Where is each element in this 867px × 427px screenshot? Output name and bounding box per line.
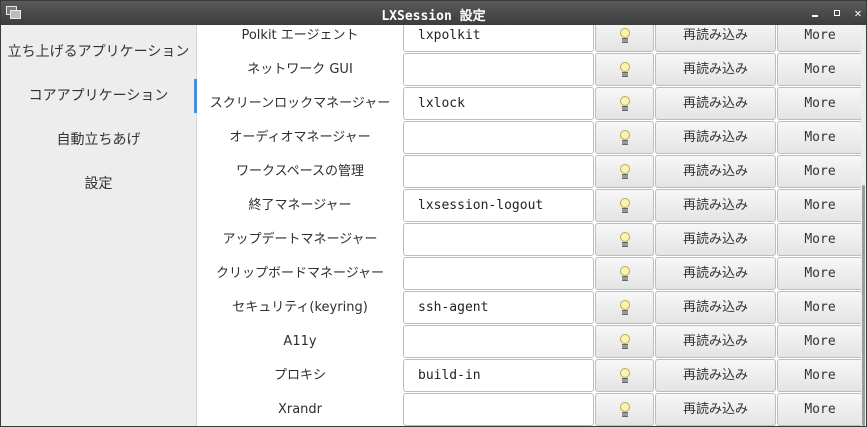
app-command-input[interactable]: [403, 155, 594, 188]
more-button[interactable]: More: [777, 25, 861, 52]
table-row: プロキシ build-in 再読み込み More: [197, 359, 861, 393]
sidebar-item-core-apps[interactable]: コアアプリケーション: [1, 74, 197, 118]
set-default-button[interactable]: [595, 359, 654, 392]
more-button[interactable]: More: [777, 121, 861, 154]
app-label: セキュリティ(keyring): [232, 300, 368, 315]
more-button[interactable]: More: [777, 155, 861, 188]
lxsession-settings-window: LXSession 設定 ✕ 立ち上げるアプリケーション コアアプリケーション …: [0, 0, 867, 427]
lightbulb-icon: [619, 96, 631, 112]
app-command-input[interactable]: [403, 325, 594, 358]
lightbulb-icon: [619, 28, 631, 44]
set-default-button[interactable]: [595, 189, 654, 222]
set-default-button[interactable]: [595, 223, 654, 256]
reload-button[interactable]: 再読み込み: [655, 25, 776, 52]
lightbulb-icon: [619, 232, 631, 248]
lightbulb-icon: [619, 368, 631, 384]
lightbulb-icon: [619, 164, 631, 180]
title-bar[interactable]: LXSession 設定 ✕: [1, 1, 866, 25]
set-default-button[interactable]: [595, 87, 654, 120]
set-default-button[interactable]: [595, 155, 654, 188]
table-row: ネットワーク GUI 再読み込み More: [197, 53, 861, 87]
reload-button[interactable]: 再読み込み: [655, 291, 776, 324]
table-row: アップデートマネージャー 再読み込み More: [197, 223, 861, 257]
set-default-button[interactable]: [595, 25, 654, 52]
more-button[interactable]: More: [777, 325, 861, 358]
app-command-input[interactable]: [403, 257, 594, 290]
app-label: ワークスペースの管理: [235, 164, 365, 179]
app-label: ネットワーク GUI: [247, 62, 353, 77]
core-apps-list: Polkit エージェント lxpolkit 再読み込み More ネットワーク GUI…: [197, 25, 861, 426]
table-row: 終了マネージャー lxsession-logout 再読み込み More: [197, 189, 861, 223]
lightbulb-icon: [619, 402, 631, 418]
app-command-input[interactable]: [403, 121, 594, 154]
more-button[interactable]: More: [777, 189, 861, 222]
app-label: スクリーンロックマネージャー: [209, 96, 391, 111]
reload-button[interactable]: 再読み込み: [655, 155, 776, 188]
reload-button[interactable]: 再読み込み: [655, 53, 776, 86]
app-label: アップデートマネージャー: [222, 232, 378, 247]
lightbulb-icon: [619, 130, 631, 146]
reload-button[interactable]: 再読み込み: [655, 189, 776, 222]
app-command-input[interactable]: lxpolkit: [403, 25, 594, 52]
table-row: クリップボードマネージャー 再読み込み More: [197, 257, 861, 291]
app-command-input[interactable]: [403, 223, 594, 256]
app-label: オーディオマネージャー: [229, 130, 371, 145]
app-label: Polkit エージェント: [241, 28, 359, 43]
reload-button[interactable]: 再読み込み: [655, 393, 776, 426]
app-label: A11y: [283, 334, 317, 349]
app-command-input[interactable]: ssh-agent: [403, 291, 594, 324]
table-row: セキュリティ(keyring) ssh-agent 再読み込み More: [197, 291, 861, 325]
set-default-button[interactable]: [595, 53, 654, 86]
more-button[interactable]: More: [777, 87, 861, 120]
minimize-button[interactable]: [808, 6, 822, 20]
app-command-input[interactable]: [403, 53, 594, 86]
close-button[interactable]: ✕: [851, 6, 865, 20]
scrollbar-thumb[interactable]: [862, 185, 865, 426]
more-button[interactable]: More: [777, 223, 861, 256]
sidebar-item-autostart-apps[interactable]: 立ち上げるアプリケーション: [1, 30, 196, 74]
app-command-input[interactable]: lxsession-logout: [403, 189, 594, 222]
table-row: A11y 再読み込み More: [197, 325, 861, 359]
table-row: Polkit エージェント lxpolkit 再読み込み More: [197, 25, 861, 53]
lightbulb-icon: [619, 266, 631, 282]
table-row: Xrandr 再読み込み More: [197, 393, 861, 426]
more-button[interactable]: More: [777, 393, 861, 426]
app-command-input[interactable]: build-in: [403, 359, 594, 392]
table-row: スクリーンロックマネージャー lxlock 再読み込み More: [197, 87, 861, 121]
lightbulb-icon: [619, 198, 631, 214]
reload-button[interactable]: 再読み込み: [655, 325, 776, 358]
more-button[interactable]: More: [777, 257, 861, 290]
app-label: 終了マネージャー: [248, 198, 352, 213]
table-row: オーディオマネージャー 再読み込み More: [197, 121, 861, 155]
app-label: クリップボードマネージャー: [215, 266, 385, 281]
app-label: Xrandr: [277, 402, 323, 417]
set-default-button[interactable]: [595, 393, 654, 426]
lightbulb-icon: [619, 300, 631, 316]
reload-button[interactable]: 再読み込み: [655, 121, 776, 154]
more-button[interactable]: More: [777, 53, 861, 86]
more-button[interactable]: More: [777, 359, 861, 392]
lightbulb-icon: [619, 334, 631, 350]
reload-button[interactable]: 再読み込み: [655, 359, 776, 392]
app-command-input[interactable]: lxlock: [403, 87, 594, 120]
app-command-input[interactable]: [403, 393, 594, 426]
table-row: ワークスペースの管理 再読み込み More: [197, 155, 861, 189]
set-default-button[interactable]: [595, 291, 654, 324]
reload-button[interactable]: 再読み込み: [655, 87, 776, 120]
set-default-button[interactable]: [595, 325, 654, 358]
reload-button[interactable]: 再読み込み: [655, 223, 776, 256]
window-title: LXSession 設定: [381, 9, 486, 24]
sidebar-item-autostart[interactable]: 自動立ちあげ: [1, 118, 196, 162]
lightbulb-icon: [619, 62, 631, 78]
more-button[interactable]: More: [777, 291, 861, 324]
set-default-button[interactable]: [595, 121, 654, 154]
sidebar: 立ち上げるアプリケーション コアアプリケーション 自動立ちあげ 設定: [1, 25, 197, 426]
sidebar-item-settings[interactable]: 設定: [1, 162, 196, 206]
maximize-button[interactable]: [830, 6, 844, 20]
app-label: プロキシ: [273, 368, 326, 383]
vertical-scrollbar[interactable]: [861, 25, 866, 426]
reload-button[interactable]: 再読み込み: [655, 257, 776, 290]
set-default-button[interactable]: [595, 257, 654, 290]
